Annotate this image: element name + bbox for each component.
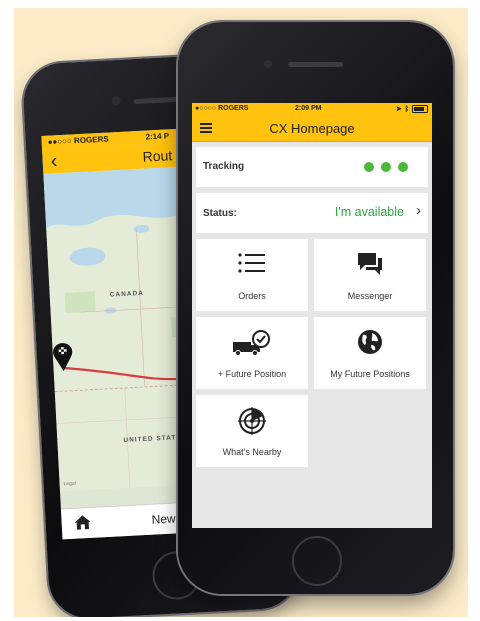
messenger-button[interactable]: Messenger xyxy=(314,239,426,311)
status-value: I'm available xyxy=(334,205,404,219)
future-position-button[interactable]: + Future Position xyxy=(196,317,308,389)
promo-background: ●●○○○ ROGERS 2:14 P ‹ Rout CANADA UNITED… xyxy=(14,8,468,617)
speaker xyxy=(288,62,343,67)
home-icon[interactable] xyxy=(73,514,92,531)
time-label: 2:09 PM xyxy=(295,105,322,112)
truck-check-icon xyxy=(233,330,270,356)
camera xyxy=(264,60,272,68)
radar-icon xyxy=(238,407,266,435)
tracking-label: Tracking xyxy=(203,161,245,172)
carrier-label: ●○○○○ ROGERS xyxy=(195,105,249,112)
page-title: CX Homepage xyxy=(269,121,355,136)
status-dot xyxy=(364,162,374,172)
time-label: 2:14 P xyxy=(145,131,170,142)
my-future-positions-label: My Future Positions xyxy=(330,369,410,379)
carrier-label: ●●○○○ ROGERS xyxy=(47,134,109,147)
whats-nearby-button[interactable]: What's Nearby xyxy=(196,395,308,467)
back-arrow-icon[interactable]: ‹ xyxy=(50,150,58,172)
status-dot xyxy=(398,162,408,172)
chat-icon xyxy=(358,253,382,275)
front-phone-screen: ●○○○○ ROGERS 2:09 PM ➤ ᛒ CX Homepage Tra… xyxy=(192,103,432,528)
home-button[interactable] xyxy=(292,536,342,586)
orders-button[interactable]: Orders xyxy=(196,239,308,311)
status-bar: ●○○○○ ROGERS 2:09 PM ➤ ᛒ xyxy=(192,103,432,115)
my-future-positions-button[interactable]: My Future Positions xyxy=(314,317,426,389)
messenger-label: Messenger xyxy=(347,291,393,301)
globe-icon xyxy=(358,330,382,354)
camera xyxy=(111,95,121,106)
whats-nearby-label: What's Nearby xyxy=(222,447,282,457)
location-arrow-icon: ➤ xyxy=(395,106,402,113)
status-label: Status: xyxy=(203,208,237,219)
nav-bar: CX Homepage xyxy=(192,115,432,142)
tracking-indicator xyxy=(364,162,408,172)
status-icons: ➤ ᛒ xyxy=(396,105,428,113)
future-position-label: + Future Position xyxy=(217,369,287,379)
orders-label: Orders xyxy=(238,291,266,301)
bluetooth-icon: ᛒ xyxy=(404,105,409,113)
map-legal-label: Legal xyxy=(63,481,76,488)
tracking-row[interactable]: Tracking xyxy=(196,147,428,187)
nav-title: Rout xyxy=(142,147,173,165)
status-dot xyxy=(381,162,391,172)
battery-icon xyxy=(412,105,428,113)
status-row[interactable]: Status: I'm available › xyxy=(196,193,428,233)
front-phone: ●○○○○ ROGERS 2:09 PM ➤ ᛒ CX Homepage Tra… xyxy=(178,22,453,594)
list-icon xyxy=(238,253,265,273)
chevron-right-icon: › xyxy=(416,202,421,219)
